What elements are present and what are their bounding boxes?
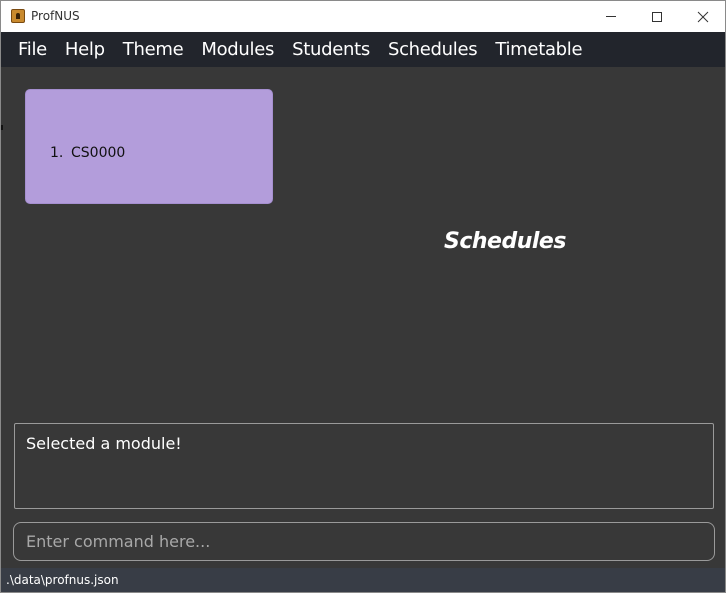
- title-bar[interactable]: ProfNUS: [1, 1, 725, 32]
- close-icon: [697, 11, 709, 22]
- maximize-button[interactable]: [634, 1, 680, 32]
- save-location: .\data\profnus.json: [6, 573, 119, 587]
- menu-students[interactable]: Students: [283, 32, 379, 67]
- app-window: ProfNUS File Help Theme Modules Students…: [0, 0, 726, 593]
- status-bar: .\data\profnus.json: [1, 568, 725, 592]
- module-code: CS0000: [71, 145, 126, 161]
- window-title: ProfNUS: [31, 9, 80, 23]
- menu-modules[interactable]: Modules: [192, 32, 283, 67]
- module-card[interactable]: 1. CS0000: [25, 89, 273, 204]
- minimize-button[interactable]: [588, 1, 634, 32]
- menu-schedules[interactable]: Schedules: [379, 32, 486, 67]
- result-message: Selected a module!: [26, 434, 182, 453]
- command-input[interactable]: [14, 523, 714, 560]
- menu-help[interactable]: Help: [56, 32, 114, 67]
- menu-file[interactable]: File: [9, 32, 56, 67]
- close-button[interactable]: [680, 1, 725, 32]
- module-index: 1.: [50, 145, 64, 161]
- schedules-heading: Schedules: [444, 229, 566, 254]
- minimize-icon: [606, 16, 616, 17]
- result-display[interactable]: Selected a module!: [14, 423, 714, 509]
- menu-theme[interactable]: Theme: [114, 32, 193, 67]
- app-icon: [11, 9, 25, 23]
- command-box[interactable]: [13, 522, 715, 561]
- maximize-icon: [652, 11, 662, 22]
- menu-bar: File Help Theme Modules Students Schedul…: [1, 32, 725, 67]
- splitter-handle[interactable]: [1, 125, 3, 130]
- menu-timetable[interactable]: Timetable: [486, 32, 591, 67]
